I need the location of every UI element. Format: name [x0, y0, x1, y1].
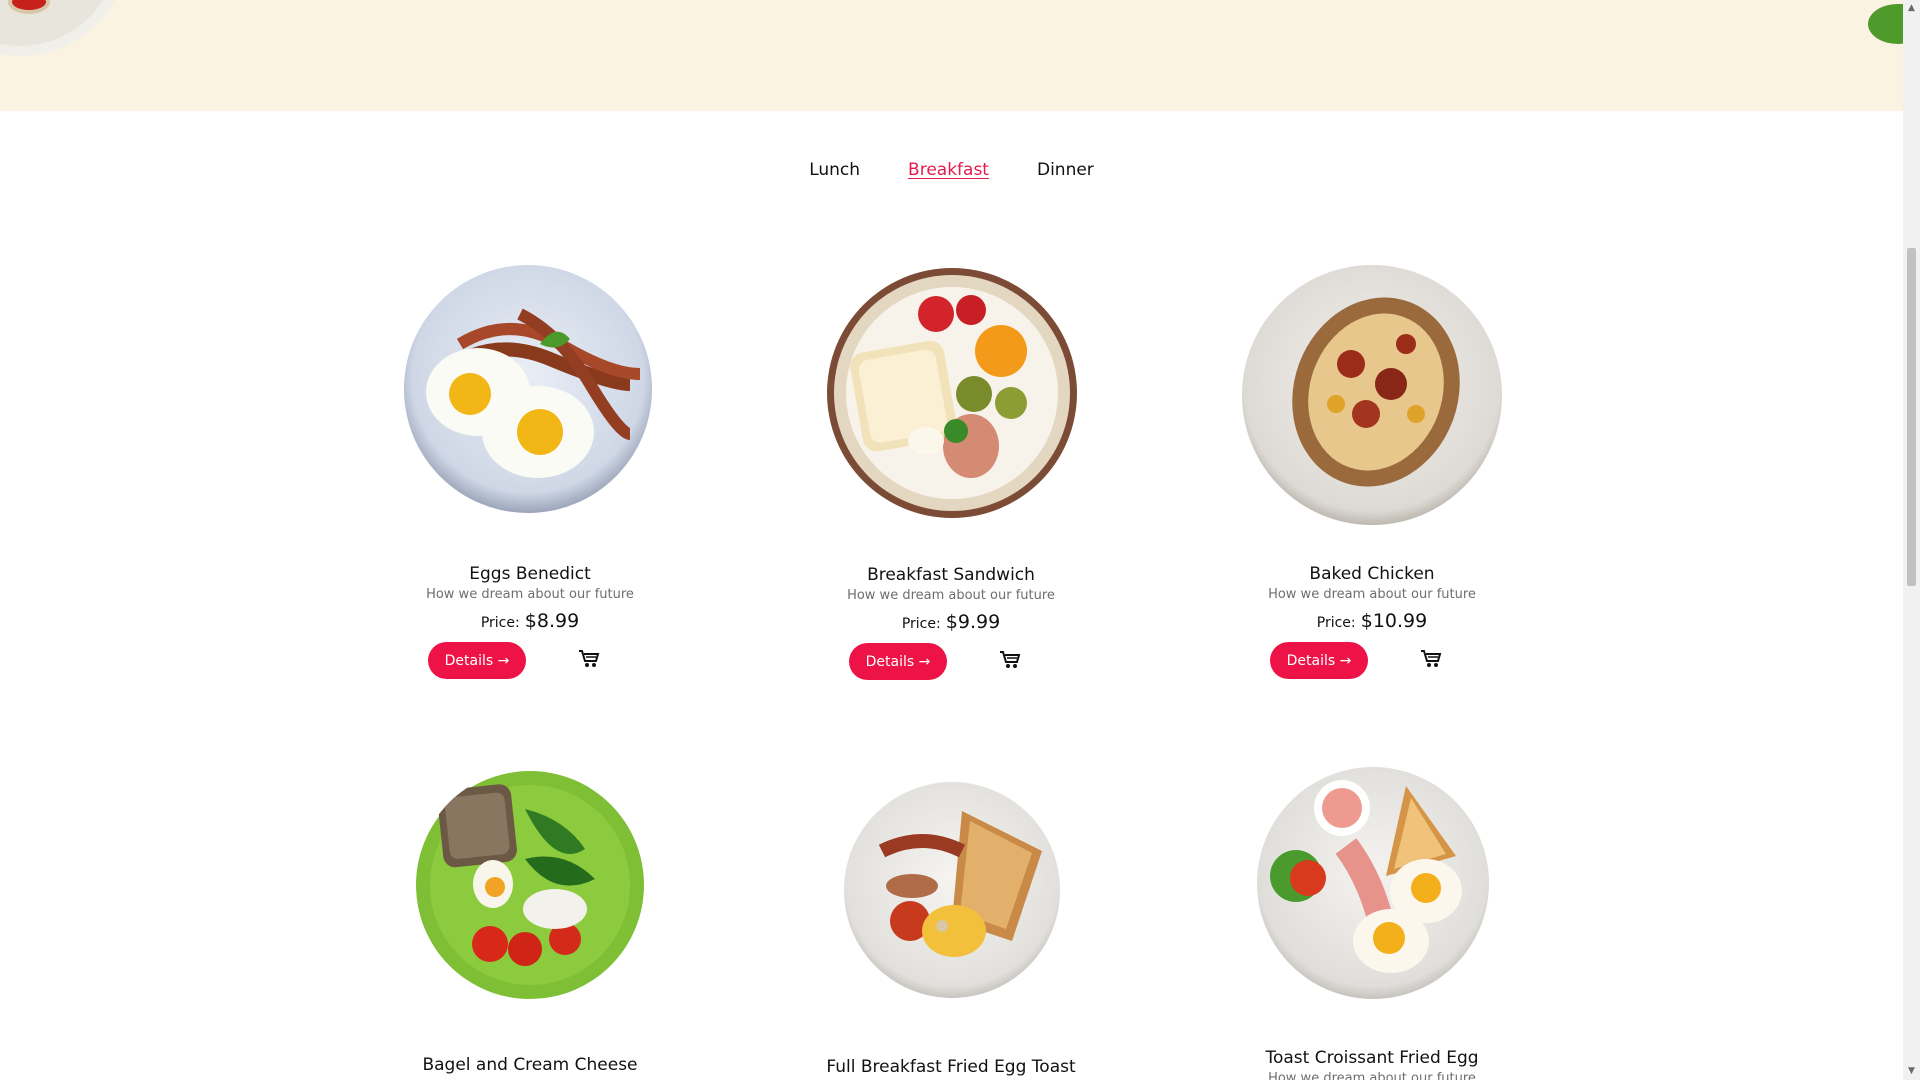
- hero-dish-image: [0, 0, 130, 56]
- price-value: $8.99: [524, 610, 580, 632]
- dish-card: Full Breakfast Fried Egg Toast: [801, 1057, 1101, 1077]
- dish-image-toast-croissant: [1256, 766, 1490, 1000]
- price-value: $10.99: [1360, 610, 1428, 632]
- dish-image-baked-chicken: [1241, 264, 1503, 526]
- price-value: $9.99: [945, 611, 1001, 633]
- dish-description: How we dream about our future: [1268, 1071, 1476, 1080]
- dish-image-bagel-cream-cheese: [415, 769, 645, 1001]
- scrollbar-thumb[interactable]: [1907, 248, 1916, 586]
- dish-title: Toast Croissant Fried Egg: [1265, 1048, 1479, 1068]
- price-label: Price:: [901, 616, 941, 632]
- dish-price: Price: $8.99: [380, 610, 680, 632]
- cart-icon[interactable]: [576, 648, 602, 672]
- price-label: Price:: [1316, 615, 1356, 631]
- dish-card: Bagel and Cream Cheese: [380, 1055, 680, 1075]
- dish-card: Eggs Benedict How we dream about our fut…: [380, 564, 680, 680]
- scroll-up-arrow-icon[interactable]: ▲: [1903, 0, 1920, 17]
- details-button[interactable]: Details →: [849, 643, 947, 680]
- hero-banner: [0, 0, 1920, 111]
- dish-description: How we dream about our future: [426, 587, 634, 602]
- dish-title: Full Breakfast Fried Egg Toast: [826, 1057, 1076, 1077]
- details-button[interactable]: Details →: [428, 642, 526, 679]
- dish-price: Price: $10.99: [1222, 610, 1522, 632]
- dish-image-eggs-benedict: [400, 264, 660, 518]
- details-button[interactable]: Details →: [1270, 642, 1368, 679]
- dish-title: Eggs Benedict: [469, 564, 591, 584]
- tab-lunch[interactable]: Lunch: [809, 158, 860, 182]
- price-label: Price:: [480, 615, 520, 631]
- dish-price: Price: $9.99: [801, 611, 1101, 633]
- dish-card: Baked Chicken How we dream about our fut…: [1222, 564, 1522, 680]
- dish-description: How we dream about our future: [1268, 587, 1476, 602]
- menu-category-tabs: Lunch Breakfast Dinner: [0, 158, 1903, 182]
- dish-card: Toast Croissant Fried Egg How we dream a…: [1222, 1048, 1522, 1080]
- dish-title: Bagel and Cream Cheese: [422, 1055, 638, 1075]
- dish-card: Breakfast Sandwich How we dream about ou…: [801, 565, 1101, 681]
- cart-icon[interactable]: [1418, 648, 1444, 672]
- dish-image-full-breakfast: [842, 781, 1062, 999]
- dish-title: Baked Chicken: [1309, 564, 1435, 584]
- dish-title: Breakfast Sandwich: [867, 565, 1035, 585]
- scroll-down-arrow-icon[interactable]: ▼: [1903, 1063, 1920, 1080]
- cart-icon[interactable]: [997, 649, 1023, 673]
- dish-description: How we dream about our future: [847, 588, 1055, 603]
- vertical-scrollbar[interactable]: ▲ ▼: [1903, 0, 1920, 1080]
- tab-dinner[interactable]: Dinner: [1037, 158, 1094, 182]
- tab-breakfast[interactable]: Breakfast: [908, 158, 989, 182]
- dish-image-breakfast-sandwich: [826, 266, 1078, 520]
